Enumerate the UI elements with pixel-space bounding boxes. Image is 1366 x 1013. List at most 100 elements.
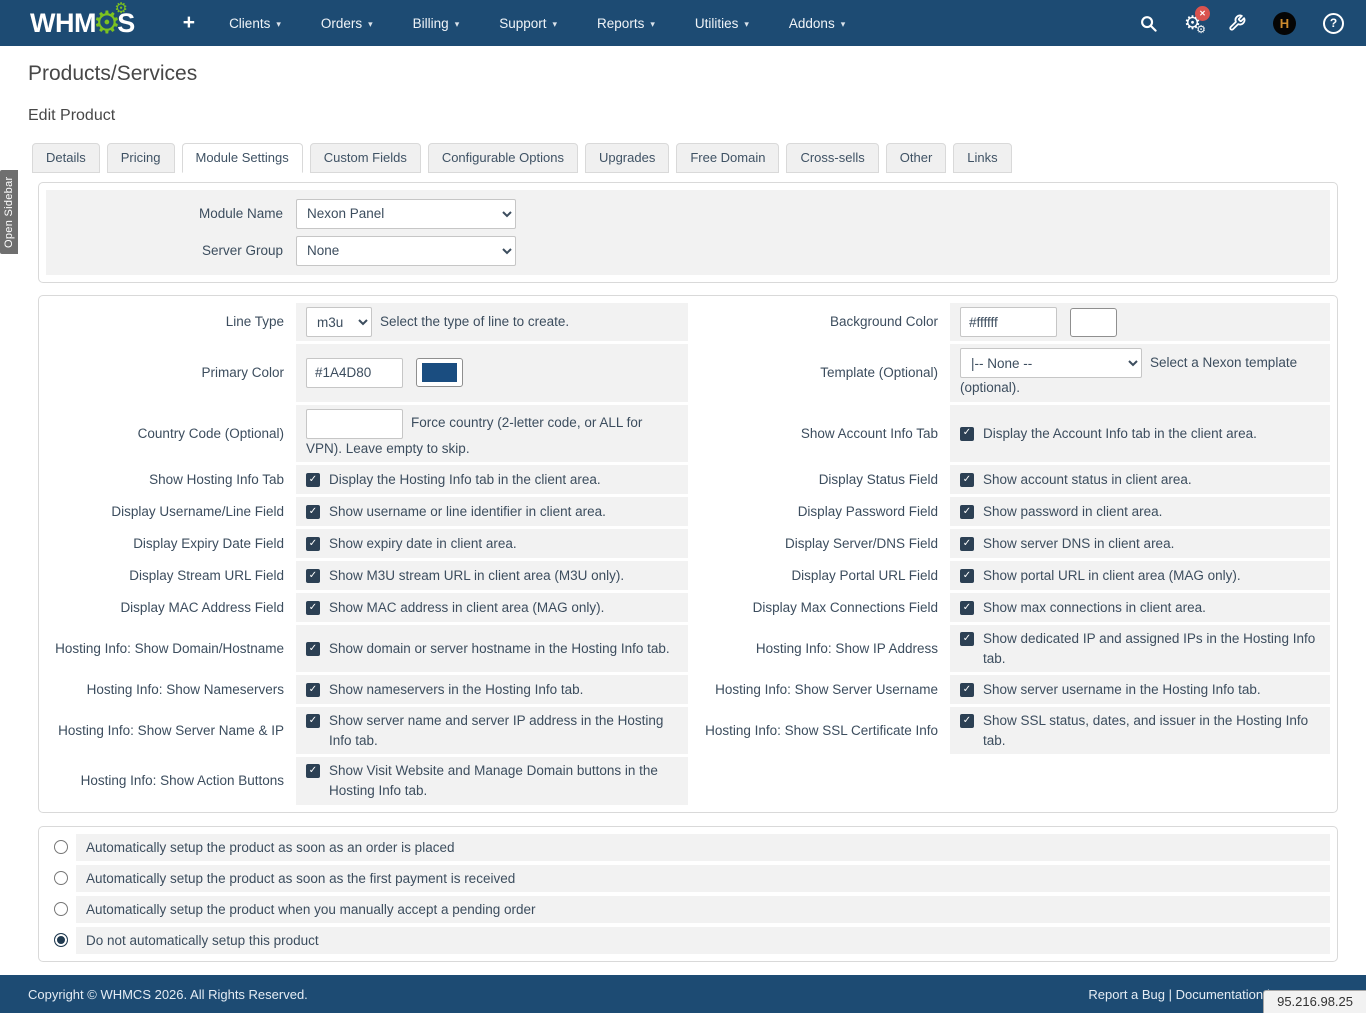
- footer-link-report-a-bug[interactable]: Report a Bug: [1088, 987, 1165, 1002]
- setting-label: Hosting Info: Show Action Buttons: [46, 757, 296, 804]
- field-control: Force country (2-letter code, or ALL for…: [306, 409, 678, 459]
- product-tabs: DetailsPricingModule SettingsCustom Fiel…: [32, 142, 1366, 172]
- color-swatch[interactable]: [1070, 308, 1117, 337]
- radio-button[interactable]: [54, 902, 68, 916]
- checkbox[interactable]: ✓: [960, 683, 974, 697]
- setting-label: Display Password Field: [688, 497, 950, 526]
- tab-links[interactable]: Links: [953, 143, 1011, 173]
- tab-custom-fields[interactable]: Custom Fields: [310, 143, 421, 173]
- nav-item-orders[interactable]: Orders▾: [301, 0, 393, 46]
- module-name-select[interactable]: Nexon Panel: [296, 199, 516, 229]
- color-swatch[interactable]: [416, 358, 463, 387]
- setup-option-label: Automatically setup the product as soon …: [76, 834, 1330, 861]
- checkbox[interactable]: ✓: [960, 427, 974, 441]
- checkbox[interactable]: ✓: [960, 569, 974, 583]
- radio-gutter: [46, 927, 76, 954]
- checkbox[interactable]: ✓: [306, 473, 320, 487]
- checkbox-description: Display the Account Info tab in the clie…: [983, 424, 1320, 444]
- logo-text-whm: WHM: [30, 8, 96, 39]
- setting-label: Display Max Connections Field: [688, 593, 950, 622]
- checkbox-description: Show portal URL in client area (MAG only…: [983, 566, 1320, 586]
- automation-status-gears-icon[interactable]: ⚙ ⚙ ✕: [1184, 14, 1201, 33]
- setting-label: Display Status Field: [688, 465, 950, 494]
- setting-label: Background Color: [688, 303, 950, 341]
- background-color-input[interactable]: [960, 307, 1057, 337]
- radio-button[interactable]: [54, 840, 68, 854]
- field-control: [306, 358, 678, 388]
- template-optional-select[interactable]: |-- None --: [960, 348, 1142, 378]
- tab-cross-sells[interactable]: Cross-sells: [786, 143, 878, 173]
- whmcs-logo[interactable]: WHM ⚙ ⚙ S: [30, 7, 135, 40]
- setup-option-row: Automatically setup the product as soon …: [46, 834, 1330, 861]
- tab-upgrades[interactable]: Upgrades: [585, 143, 669, 173]
- tab-configurable-options[interactable]: Configurable Options: [428, 143, 578, 173]
- checkbox-description: Show account status in client area.: [983, 470, 1320, 490]
- nav-item-label: Clients: [229, 16, 270, 31]
- module-select-block: Module NameNexon PanelServer GroupNone: [46, 190, 1330, 275]
- module-row-server-group: Server GroupNone: [46, 232, 1330, 269]
- setup-option-row: Automatically setup the product when you…: [46, 896, 1330, 923]
- search-icon[interactable]: [1140, 15, 1157, 32]
- open-sidebar-toggle[interactable]: Open Sidebar: [0, 170, 18, 254]
- tab-other[interactable]: Other: [886, 143, 947, 173]
- setting-content: ✓ Display the Account Info tab in the cli…: [950, 405, 1330, 463]
- field-label: Module Name: [46, 206, 296, 221]
- setup-option-row: Do not automatically setup this product: [46, 927, 1330, 954]
- radio-button[interactable]: [54, 933, 68, 947]
- checkbox[interactable]: ✓: [960, 473, 974, 487]
- navbar-right-icons: ⚙ ⚙ ✕ H ?: [1140, 12, 1344, 35]
- checkbox[interactable]: ✓: [306, 683, 320, 697]
- chevron-down-icon: ▾: [841, 19, 846, 30]
- checkbox-description: Show server DNS in client area.: [983, 534, 1320, 554]
- checkbox[interactable]: ✓: [306, 764, 320, 778]
- tab-details[interactable]: Details: [32, 143, 100, 173]
- setting-content: [950, 757, 1330, 804]
- tab-pricing[interactable]: Pricing: [107, 143, 175, 173]
- help-icon[interactable]: ?: [1323, 13, 1344, 34]
- system-wrench-icon[interactable]: [1228, 14, 1246, 32]
- checkbox-description: Show domain or server hostname in the Ho…: [329, 639, 678, 659]
- nav-item-addons[interactable]: Addons▾: [769, 0, 865, 46]
- line-type-select[interactable]: m3u: [306, 307, 372, 337]
- checkbox-description: Show SSL status, dates, and issuer in th…: [983, 711, 1320, 750]
- setting-label: Display Portal URL Field: [688, 561, 950, 590]
- nav-menu: Clients▾Orders▾Billing▾Support▾Reports▾U…: [209, 0, 865, 46]
- checkbox[interactable]: ✓: [306, 601, 320, 615]
- nav-item-billing[interactable]: Billing▾: [393, 0, 480, 46]
- quick-add-plus-icon[interactable]: +: [183, 11, 195, 35]
- checkbox-setting: ✓Display the Hosting Info tab in the cli…: [306, 470, 678, 490]
- user-avatar[interactable]: H: [1273, 12, 1296, 35]
- field-help-text: Select the type of line to create.: [380, 314, 569, 329]
- checkbox-description: Show Visit Website and Manage Domain but…: [329, 761, 678, 800]
- country-code-optional-input[interactable]: [306, 409, 403, 439]
- tab-free-domain[interactable]: Free Domain: [676, 143, 779, 173]
- radio-button[interactable]: [54, 871, 68, 885]
- primary-color-input[interactable]: [306, 358, 403, 388]
- server-group-select[interactable]: None: [296, 236, 516, 266]
- setup-option-row: Automatically setup the product as soon …: [46, 865, 1330, 892]
- footer-link-documentation[interactable]: Documentation: [1176, 987, 1263, 1002]
- checkbox[interactable]: ✓: [306, 714, 320, 728]
- checkbox[interactable]: ✓: [960, 632, 974, 646]
- tab-module-settings[interactable]: Module Settings: [182, 143, 303, 173]
- setting-label: Display Server/DNS Field: [688, 529, 950, 558]
- checkbox-description: Show server name and server IP address i…: [329, 711, 678, 750]
- checkbox-setting: ✓Show nameservers in the Hosting Info ta…: [306, 680, 678, 700]
- checkbox[interactable]: ✓: [960, 714, 974, 728]
- nav-item-support[interactable]: Support▾: [479, 0, 577, 46]
- setting-content: ✓ Show account status in client area.: [950, 465, 1330, 494]
- setup-options-panel: Automatically setup the product as soon …: [38, 826, 1338, 962]
- setting-content: ✓Show server username in the Hosting Inf…: [950, 675, 1330, 704]
- checkbox[interactable]: ✓: [960, 601, 974, 615]
- checkbox[interactable]: ✓: [306, 569, 320, 583]
- setting-label: Hosting Info: Show Nameservers: [46, 675, 296, 704]
- nav-item-reports[interactable]: Reports▾: [577, 0, 675, 46]
- setting-label: Hosting Info: Show Domain/Hostname: [46, 625, 296, 672]
- checkbox[interactable]: ✓: [960, 505, 974, 519]
- checkbox[interactable]: ✓: [306, 642, 320, 656]
- checkbox[interactable]: ✓: [960, 537, 974, 551]
- checkbox[interactable]: ✓: [306, 537, 320, 551]
- nav-item-clients[interactable]: Clients▾: [209, 0, 301, 46]
- checkbox[interactable]: ✓: [306, 505, 320, 519]
- nav-item-utilities[interactable]: Utilities▾: [675, 0, 769, 46]
